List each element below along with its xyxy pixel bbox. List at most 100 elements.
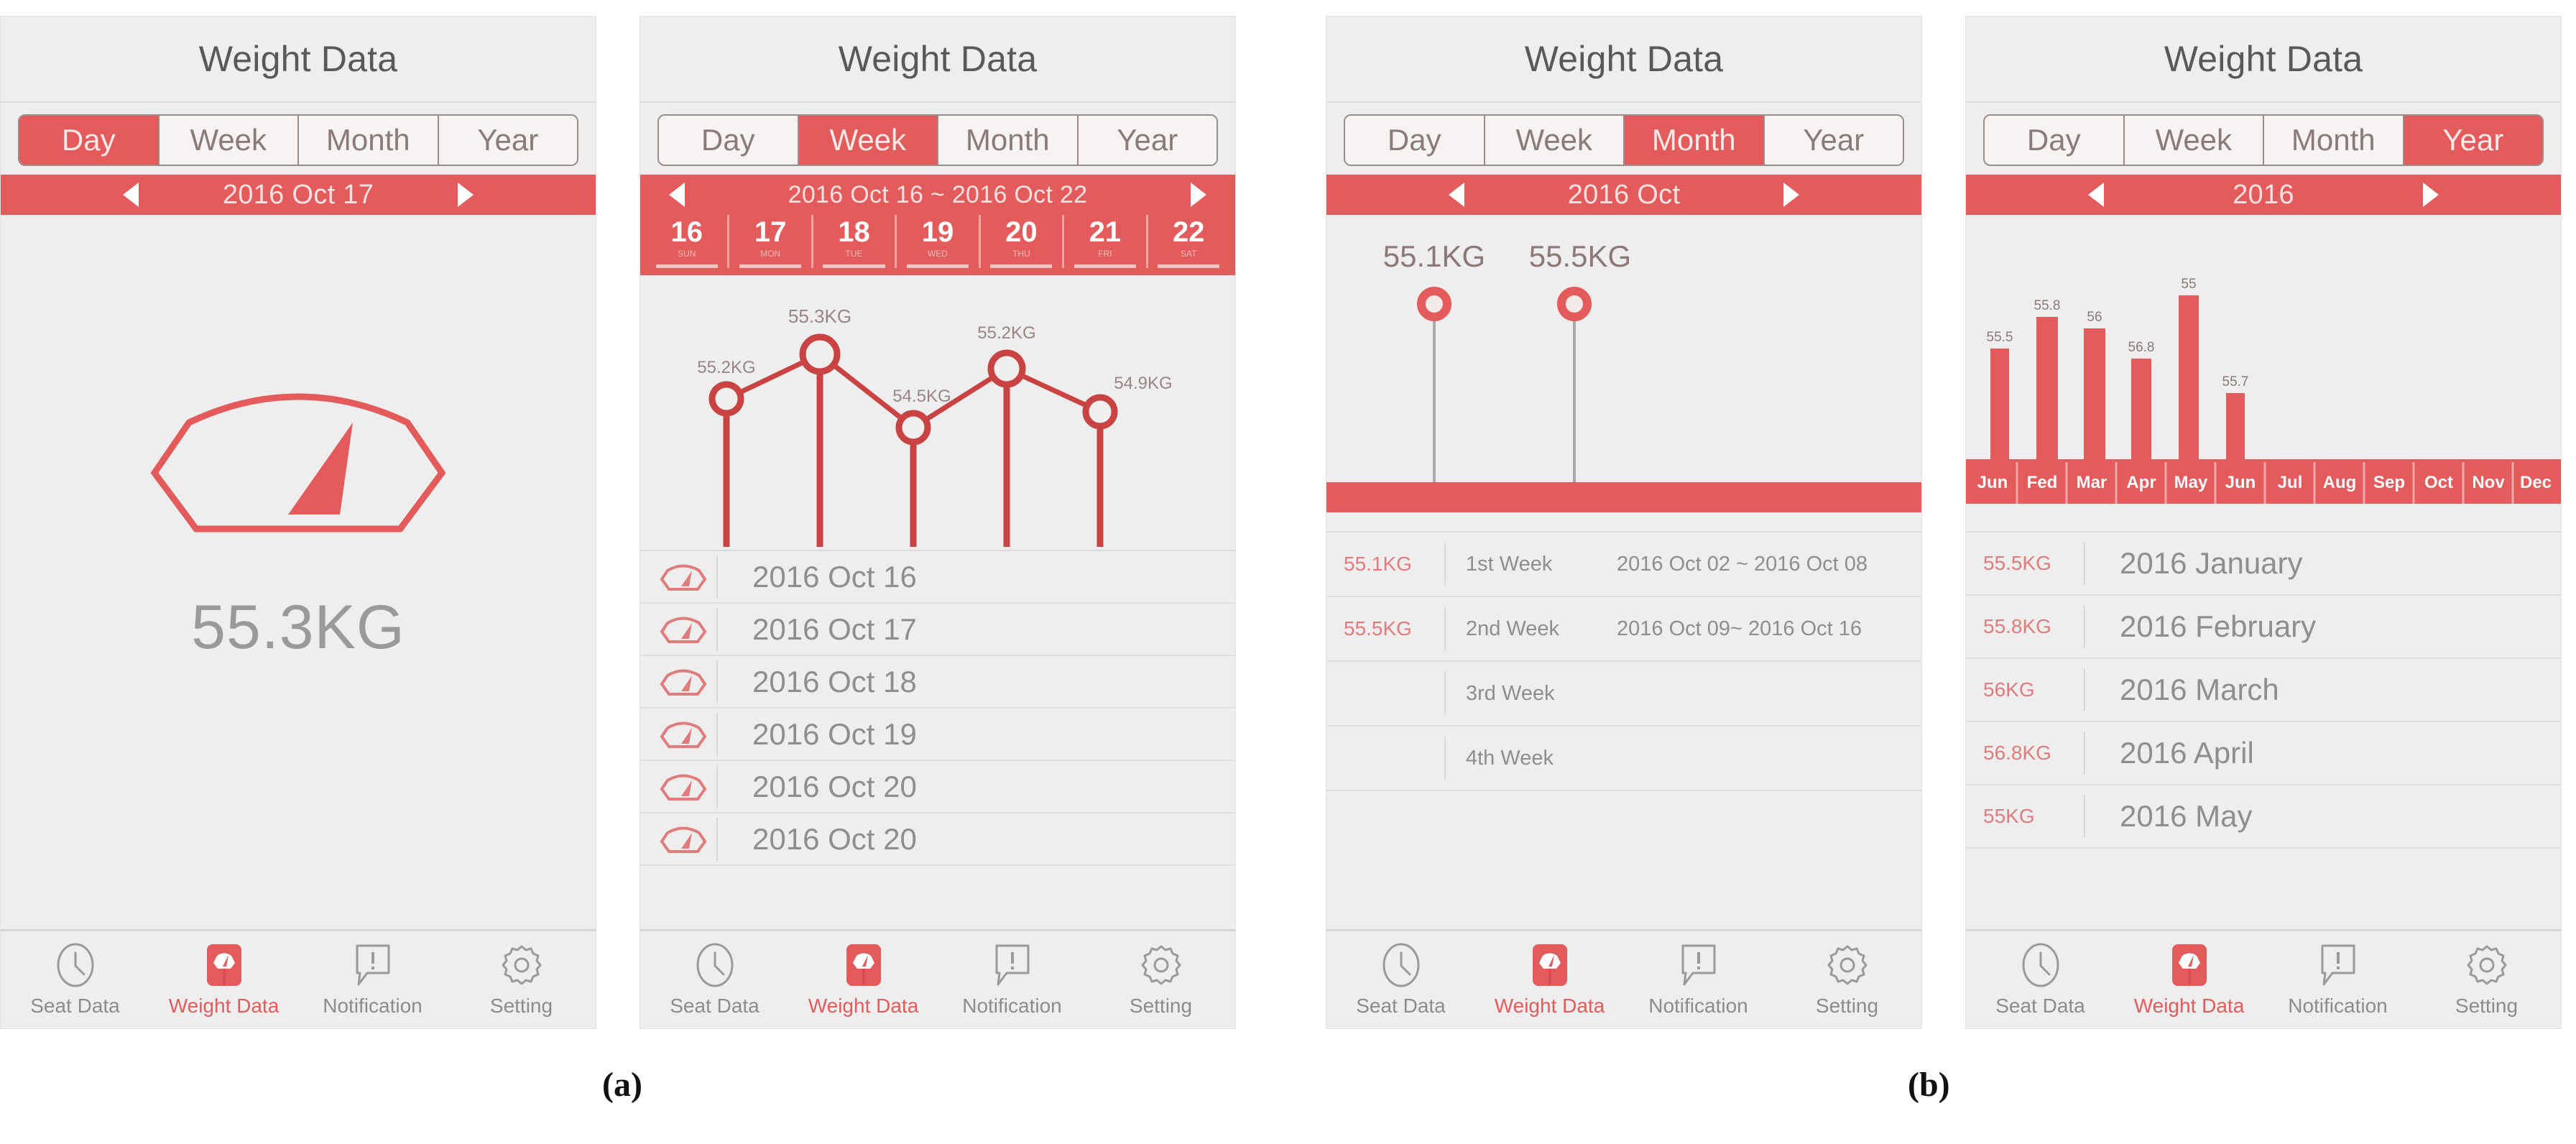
day-cell[interactable]: 19 WED (897, 215, 981, 268)
axis-tick-label: May (2174, 473, 2208, 492)
chevron-left-icon[interactable] (669, 183, 685, 207)
axis-tick-label: Jun (2225, 473, 2256, 492)
list-item-week: 2nd Week (1466, 617, 1560, 640)
list-item[interactable]: 55.1KG 1st Week 2016 Oct 02 ~ 2016 Oct 0… (1326, 532, 1921, 597)
chevron-right-icon[interactable] (458, 183, 474, 207)
weight-scale-outline-icon (650, 668, 716, 696)
day-cell[interactable]: 17 MON (729, 215, 813, 268)
list-item-label: 2016 Oct 18 (752, 664, 917, 698)
list-item[interactable]: 55KG 2016 May (1966, 785, 2561, 849)
date-navigator: 2016 (1966, 175, 2561, 215)
day-underline (823, 264, 885, 268)
page-title: Weight Data (1524, 39, 1724, 79)
tab-year[interactable]: Year (2404, 116, 2542, 165)
tab-month[interactable]: Month (1625, 116, 1765, 165)
list-item-label: 2016 February (2120, 609, 2317, 643)
day-underline (1074, 264, 1136, 268)
title-bar: Weight Data (1326, 17, 1921, 103)
tab-week[interactable]: Week (159, 116, 299, 165)
tab-year[interactable]: Year (1078, 116, 1217, 165)
list-item[interactable]: 2016 Oct 18 (640, 656, 1235, 709)
nav-label-seat-data: Seat Data (1995, 994, 2085, 1017)
tab-year[interactable]: Year (438, 116, 577, 165)
tab-week[interactable]: Week (2124, 116, 2264, 165)
nav-item-weight-data[interactable]: Weight Data (149, 943, 298, 1018)
nav-item-notification[interactable]: Notification (298, 943, 447, 1018)
list-item[interactable]: 2016 Oct 17 (640, 604, 1235, 656)
nav-item-seat-data[interactable]: Seat Data (1966, 943, 2115, 1018)
nav-item-weight-data[interactable]: Weight Data (2115, 943, 2263, 1018)
list-item[interactable]: 2016 Oct 20 (640, 761, 1235, 813)
axis-tick-label: Jul (2278, 473, 2303, 492)
list-item-content: 2nd Week 2016 Oct 09~ 2016 Oct 16 (1446, 617, 1911, 641)
list-item-content: 1st Week 2016 Oct 02 ~ 2016 Oct 08 (1446, 553, 1911, 576)
list-item[interactable]: 3rd Week (1326, 662, 1921, 726)
nav-label-weight-data: Weight Data (808, 994, 919, 1017)
date-navigator: 2016 Oct (1326, 175, 1921, 215)
nav-item-setting[interactable]: Setting (447, 943, 596, 1018)
period-segmented-control[interactable]: Day Week Month Year (1983, 114, 2544, 166)
chevron-left-icon[interactable] (123, 183, 139, 207)
nav-item-weight-data[interactable]: Weight Data (1475, 943, 1624, 1018)
figure-caption-a: (a) (602, 1066, 642, 1104)
day-cell[interactable]: 22 SAT (1148, 215, 1229, 268)
nav-item-notification[interactable]: Notification (2263, 943, 2412, 1018)
list-item[interactable]: 4th Week (1326, 726, 1921, 791)
period-segmented-control[interactable]: Day Week Month Year (1344, 114, 1904, 166)
chevron-left-icon[interactable] (1449, 183, 1464, 207)
weight-scale-icon (2170, 943, 2209, 987)
list-item-label: 2016 March (2120, 673, 2279, 706)
list-item[interactable]: 56KG 2016 March (1966, 659, 2561, 722)
nav-item-weight-data[interactable]: Weight Data (789, 943, 938, 1018)
phone-screen-year: Weight Data Day Week Month Year 2016 55.… (1965, 16, 2562, 1029)
tab-day[interactable]: Day (1985, 116, 2125, 165)
tab-month[interactable]: Month (938, 116, 1079, 165)
nav-item-seat-data[interactable]: Seat Data (1326, 943, 1475, 1018)
day-cell[interactable]: 21 FRI (1064, 215, 1148, 268)
list-item[interactable]: 2016 Oct 20 (640, 813, 1235, 866)
day-cell[interactable]: 20 THU (981, 215, 1065, 268)
nav-item-setting[interactable]: Setting (1086, 943, 1235, 1018)
day-cell[interactable]: 16 SUN (646, 215, 730, 268)
chevron-right-icon[interactable] (1191, 183, 1206, 207)
nav-item-notification[interactable]: Notification (938, 943, 1086, 1018)
tab-week[interactable]: Week (798, 116, 938, 165)
list-item[interactable]: 55.8KG 2016 February (1966, 596, 2561, 659)
month-data-list: 55.1KG 1st Week 2016 Oct 02 ~ 2016 Oct 0… (1326, 531, 1921, 929)
list-item[interactable]: 55.5KG 2nd Week 2016 Oct 09~ 2016 Oct 16 (1326, 597, 1921, 662)
point-label: 55.2KG (697, 358, 755, 377)
list-item-range: 2016 Oct 02 ~ 2016 Oct 08 (1617, 552, 1868, 576)
nav-item-notification[interactable]: Notification (1624, 943, 1773, 1018)
date-range-label: 2016 Oct (1567, 179, 1681, 210)
nav-label-seat-data: Seat Data (1356, 994, 1446, 1017)
list-item-content: 4th Week (1446, 747, 1911, 770)
list-item[interactable]: 2016 Oct 16 (640, 551, 1235, 604)
tab-day[interactable]: Day (659, 116, 799, 165)
tab-year[interactable]: Year (1764, 116, 1903, 165)
gear-icon (1826, 943, 1869, 987)
tab-month[interactable]: Month (2264, 116, 2404, 165)
chevron-right-icon[interactable] (2423, 183, 2439, 207)
list-item[interactable]: 2016 Oct 19 (640, 709, 1235, 761)
date-navigator: 2016 Oct 16 ~ 2016 Oct 22 16 SUN 17 MON (640, 175, 1235, 275)
list-item-week: 3rd Week (1466, 681, 1555, 705)
tab-month[interactable]: Month (299, 116, 439, 165)
nav-item-seat-data[interactable]: Seat Data (1, 943, 149, 1018)
day-number: 17 (754, 216, 787, 248)
tab-day[interactable]: Day (1345, 116, 1485, 165)
tab-week[interactable]: Week (1485, 116, 1625, 165)
nav-item-setting[interactable]: Setting (2412, 943, 2561, 1018)
chevron-left-icon[interactable] (2088, 183, 2104, 207)
phone-screen-day: Weight Data Day Week Month Year 2016 Oct… (0, 16, 596, 1029)
nav-item-setting[interactable]: Setting (1773, 943, 1921, 1018)
chevron-right-icon[interactable] (1783, 183, 1799, 207)
period-segmented-control[interactable]: Day Week Month Year (657, 114, 1218, 166)
period-segmented-control[interactable]: Day Week Month Year (18, 114, 578, 166)
day-cell[interactable]: 18 TUE (813, 215, 897, 268)
date-range-label: 2016 Oct 16 ~ 2016 Oct 22 (788, 180, 1088, 208)
tab-day[interactable]: Day (19, 116, 160, 165)
nav-item-seat-data[interactable]: Seat Data (640, 943, 789, 1018)
list-item[interactable]: 55.5KG 2016 January (1966, 532, 2561, 596)
day-strip: 16 SUN 17 MON 18 TUE 19 WED 20 THU 21 FR… (640, 215, 1235, 275)
list-item[interactable]: 56.8KG 2016 April (1966, 722, 2561, 785)
